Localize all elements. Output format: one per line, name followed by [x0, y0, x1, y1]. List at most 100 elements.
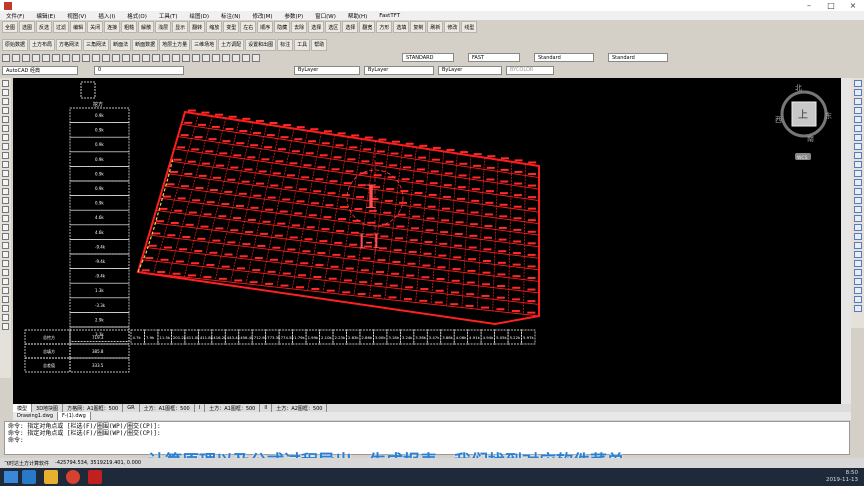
ribbon-menu[interactable]: 设置和出图: [245, 38, 277, 51]
layout-tab[interactable]: GR: [123, 404, 140, 412]
toolbar-icon[interactable]: [2, 53, 10, 62]
minimize-button[interactable]: –: [798, 1, 820, 11]
draw-tool-icon[interactable]: [2, 89, 9, 96]
toolbar-icon[interactable]: [52, 53, 60, 62]
toolbar-icon[interactable]: [202, 53, 210, 62]
ribbon-button[interactable]: 选填: [393, 21, 410, 33]
draw-tool-icon[interactable]: [2, 296, 9, 303]
menu-item[interactable]: FastTFT: [373, 13, 406, 19]
ribbon-button[interactable]: 顺序: [257, 21, 274, 33]
dim-style-combo[interactable]: Standard: [534, 53, 594, 62]
toolbar-icon[interactable]: [222, 53, 230, 62]
draw-tool-icon[interactable]: [2, 242, 9, 249]
ribbon-button[interactable]: 隐藏: [274, 21, 291, 33]
toolbar-icon[interactable]: [162, 53, 170, 62]
modify-tool-icon[interactable]: [853, 260, 862, 267]
modify-tool-icon[interactable]: [853, 107, 862, 114]
vertical-scrollbar[interactable]: [841, 78, 851, 404]
modify-tool-icon[interactable]: [853, 206, 862, 213]
modify-tool-icon[interactable]: [853, 152, 862, 159]
draw-tool-icon[interactable]: [2, 143, 9, 150]
ribbon-menu[interactable]: 断面数据: [132, 38, 159, 51]
autocad-icon[interactable]: [88, 470, 102, 484]
modify-tool-icon[interactable]: [853, 215, 862, 222]
ribbon-button[interactable]: 左右: [240, 21, 257, 33]
layer-combo[interactable]: 0: [94, 65, 184, 75]
ribbon-menu[interactable]: 工具: [294, 38, 311, 51]
plotstyle-combo[interactable]: BYCOLOR: [506, 65, 554, 75]
draw-tool-icon[interactable]: [2, 179, 9, 186]
toolbar-icon[interactable]: [42, 53, 50, 62]
toolbar-icon[interactable]: [102, 53, 110, 62]
ribbon-menu[interactable]: 帮助: [311, 38, 328, 51]
modify-tool-icon[interactable]: [853, 170, 862, 177]
layout-tab[interactable]: II: [260, 404, 273, 412]
ribbon-button[interactable]: 选图: [19, 21, 36, 33]
menu-item[interactable]: 工具(T): [153, 12, 184, 20]
menu-item[interactable]: 视图(V): [61, 12, 92, 20]
draw-tool-icon[interactable]: [2, 215, 9, 222]
modify-tool-icon[interactable]: [853, 269, 862, 276]
draw-tool-icon[interactable]: [2, 287, 9, 294]
draw-tool-icon[interactable]: [2, 251, 9, 258]
file-tab[interactable]: F-(1).dwg: [58, 412, 91, 420]
color-combo[interactable]: ByLayer: [294, 65, 360, 75]
ribbon-button[interactable]: 粗糙: [121, 21, 138, 33]
modify-tool-icon[interactable]: [853, 89, 862, 96]
ribbon-button[interactable]: 修改: [444, 21, 461, 33]
modify-tool-icon[interactable]: [853, 80, 862, 87]
workspace-combo[interactable]: AutoCAD 经典: [2, 65, 78, 75]
ribbon-button[interactable]: 全图: [2, 21, 19, 33]
ribbon-menu[interactable]: 原始数据: [2, 38, 29, 51]
layout-tab[interactable]: 方格网：A1图框：500: [63, 404, 124, 412]
start-button[interactable]: [4, 471, 18, 483]
toolbar-icon[interactable]: [62, 53, 70, 62]
toolbar-icon[interactable]: [142, 53, 150, 62]
draw-tool-icon[interactable]: [2, 188, 9, 195]
ribbon-button[interactable]: 反选: [36, 21, 53, 33]
toolbar-icon[interactable]: [252, 53, 260, 62]
ribbon-button[interactable]: 过滤: [53, 21, 70, 33]
fast-combo[interactable]: FAST: [468, 53, 520, 62]
draw-tool-icon[interactable]: [2, 269, 9, 276]
ribbon-button[interactable]: 编辑: [70, 21, 87, 33]
ribbon-menu[interactable]: 标注: [277, 38, 294, 51]
draw-tool-icon[interactable]: [2, 305, 9, 312]
linetype-combo[interactable]: ByLayer: [364, 65, 434, 75]
draw-tool-icon[interactable]: [2, 134, 9, 141]
modify-tool-icon[interactable]: [853, 179, 862, 186]
ribbon-menu[interactable]: 土方布局: [29, 38, 56, 51]
modify-tool-icon[interactable]: [853, 161, 862, 168]
ribbon-button[interactable]: 选择: [342, 21, 359, 33]
ribbon-button[interactable]: 显示: [172, 21, 189, 33]
ribbon-button[interactable]: 浅层: [155, 21, 172, 33]
ribbon-button[interactable]: 线型: [461, 21, 478, 33]
ribbon-menu[interactable]: 三维场地: [191, 38, 218, 51]
toolbar-icon[interactable]: [192, 53, 200, 62]
maximize-button[interactable]: □: [820, 1, 842, 11]
ribbon-button[interactable]: 选区: [325, 21, 342, 33]
layout-tab[interactable]: 土方：A1图框：500: [205, 404, 261, 412]
ribbon-button[interactable]: 刷新: [427, 21, 444, 33]
modify-tool-icon[interactable]: [853, 188, 862, 195]
draw-tool-icon[interactable]: [2, 107, 9, 114]
draw-tool-icon[interactable]: [2, 125, 9, 132]
menu-item[interactable]: 帮助(H): [342, 12, 373, 20]
draw-tool-icon[interactable]: [2, 206, 9, 213]
toolbar-icon[interactable]: [12, 53, 20, 62]
toolbar-icon[interactable]: [242, 53, 250, 62]
table-style-combo[interactable]: Standard: [608, 53, 668, 62]
toolbar-icon[interactable]: [152, 53, 160, 62]
explorer-icon[interactable]: [44, 470, 58, 484]
menu-item[interactable]: 窗口(W): [309, 12, 342, 20]
ribbon-button[interactable]: 选择: [308, 21, 325, 33]
modify-tool-icon[interactable]: [853, 251, 862, 258]
ribbon-button[interactable]: 翻转: [189, 21, 206, 33]
modify-tool-icon[interactable]: [853, 278, 862, 285]
close-button[interactable]: ×: [842, 1, 864, 11]
ribbon-menu[interactable]: 三角网法: [83, 38, 110, 51]
draw-tool-icon[interactable]: [2, 323, 9, 330]
ribbon-button[interactable]: 缩放: [206, 21, 223, 33]
menu-item[interactable]: 标注(N): [215, 12, 246, 20]
modify-tool-icon[interactable]: [853, 242, 862, 249]
